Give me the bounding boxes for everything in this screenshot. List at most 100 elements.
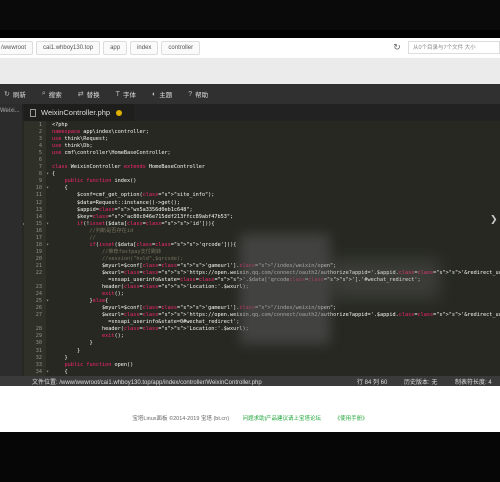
code-line[interactable]: 32 } xyxy=(26,355,500,362)
line-number: 2 xyxy=(38,129,42,136)
code-line[interactable]: 34 ▾ { xyxy=(26,369,500,376)
line-number: 25 xyxy=(35,298,42,305)
blurred-region xyxy=(240,234,330,344)
code-line[interactable]: 13 $appid=class="s">"wx5a3356d0eb1c648"; xyxy=(26,207,500,214)
toolbar-label: 字体 xyxy=(122,92,136,99)
toolbar-button-help[interactable]: ? 帮助 xyxy=(188,89,209,100)
code-text: public function open() xyxy=(64,361,134,368)
code-line[interactable]: 1 <?php xyxy=(26,122,500,129)
line-number: 16 xyxy=(35,227,42,234)
line-number: 28 xyxy=(35,326,42,333)
line-number: 24 xyxy=(35,291,42,298)
file-tree-item[interactable]: Weixi... xyxy=(0,108,20,114)
status-history[interactable]: 历史版本: 无 xyxy=(404,377,437,386)
help-icon: ? xyxy=(188,90,193,98)
footer-copyright: 宝塔Linux面板 ©2014-2019 宝塔 (bt.cn) xyxy=(132,416,230,422)
code-text: //推荐fastpay支付跳转 xyxy=(52,248,162,255)
line-number: 34 xyxy=(35,368,42,375)
line-number: 18 xyxy=(35,241,42,248)
file-tree: Weixi... xyxy=(0,104,22,386)
code-line[interactable]: 33 public function open() xyxy=(26,362,500,369)
line-number: 3 xyxy=(38,136,42,143)
tab-weixin-controller[interactable]: WeixinController.php xyxy=(24,104,134,121)
file-search-input[interactable]: 从0个目录与7个文件 大小 xyxy=(408,41,500,54)
expand-right-icon[interactable]: ❯ xyxy=(490,214,498,225)
code-line[interactable]: 10 ▾ { xyxy=(26,185,500,192)
code-line[interactable]: 3 use think\Request; xyxy=(26,136,500,143)
breadcrumb-item[interactable]: app xyxy=(103,41,128,55)
line-number: 30 xyxy=(35,340,42,347)
code-line[interactable]: 31 } xyxy=(26,348,500,355)
fold-marker xyxy=(46,157,52,164)
code-line[interactable]: 12 $data=Request::instance()->get(); xyxy=(26,200,500,207)
code-line[interactable]: 2 namespace app\index\controller; xyxy=(26,129,500,136)
code-line[interactable]: 15 ▾ if(!isset($data[class=class="s">"s">… xyxy=(26,221,500,228)
php-file-icon xyxy=(30,108,36,117)
editor-status-bar: 文件位置: /www/wwwroot/cai1.whboy130.top/app… xyxy=(0,376,500,386)
toolbar-button-font[interactable]: T 字体 xyxy=(116,89,136,100)
path-breadcrumb-bar: /wwwroot cai1.whboy130.top app index control… xyxy=(0,38,500,58)
footer-forum-link[interactable]: 问题求助|产品建议请上宝塔论坛 xyxy=(243,416,321,422)
line-number: 11 xyxy=(35,192,42,199)
search-icon: ⌕ xyxy=(41,90,46,97)
status-file-path: 文件位置: /www/wwwroot/cai1.whboy130.top/app… xyxy=(32,379,262,386)
line-number xyxy=(26,319,46,326)
code-text: use cmf\controller\HomeBaseController; xyxy=(52,150,171,157)
status-tab-size[interactable]: 制表符长度: 4 xyxy=(455,377,492,386)
code-text: exit(); xyxy=(101,333,124,340)
code-text: $conf=cmf_get_option(class="s">"site_inf… xyxy=(52,192,215,199)
refresh-icon[interactable]: ↻ xyxy=(392,42,402,54)
breadcrumb-item[interactable]: cai1.whboy130.top xyxy=(36,41,101,55)
toolbar-label: 主题 xyxy=(159,92,173,99)
theme-icon: ◐ xyxy=(151,90,157,98)
line-number: 26 xyxy=(35,305,42,312)
code-text: header(class=class="s">"s">'Location:'.$… xyxy=(52,284,249,291)
code-text: <?php xyxy=(52,122,68,128)
editor-toolbar: ↻ 刷新 ⌕ 搜索 ⇄ 替换 T 字体 ◐ 主题? 帮助 xyxy=(0,84,500,104)
code-line[interactable]: 4 use think\Db; xyxy=(26,143,500,150)
line-number: 7 xyxy=(38,164,42,171)
toolbar-label: 刷新 xyxy=(12,92,26,99)
line-number: 19 xyxy=(35,248,42,255)
line-number: 31 xyxy=(35,347,42,354)
breadcrumb-item[interactable]: index xyxy=(130,41,159,55)
line-number: 15 xyxy=(35,220,42,227)
line-number: 12 xyxy=(35,199,42,206)
code-text: use think\Db; xyxy=(52,143,93,150)
online-code-editor: ↻ 刷新 ⌕ 搜索 ⇄ 替换 T 字体 ◐ 主题? 帮助 Weixi... WeixinContro… xyxy=(0,84,500,386)
toolbar-button-refresh[interactable]: ↻ 刷新 xyxy=(4,89,26,99)
toolbar-button-search[interactable]: ⌕ 搜索 xyxy=(42,89,62,99)
code-line[interactable]: 7 class WeixinController extends HomeBase… xyxy=(26,164,500,171)
code-line[interactable]: 5 use cmf\controller\HomeBaseController; xyxy=(26,150,500,157)
code-line[interactable]: 9 public function index() xyxy=(26,178,500,185)
code-text: namespace app\index\controller; xyxy=(52,129,149,136)
footer-manual-link[interactable]: 《使用手册》 xyxy=(335,416,368,422)
code-line[interactable]: 6 xyxy=(26,157,500,164)
code-text: header(class=class="s">"s">'Location:'.$… xyxy=(52,326,249,333)
code-text: { xyxy=(52,185,68,192)
toolbar-button-replace[interactable]: ⇄ 替换 xyxy=(78,89,100,99)
line-number: 4 xyxy=(38,143,42,150)
code-text: =snsapi_userinfo&state=0#wechat_redirect… xyxy=(52,319,240,326)
code-line[interactable]: 8 ▾{ xyxy=(26,171,500,178)
breadcrumb-item[interactable]: /wwwroot xyxy=(0,41,34,55)
code-line[interactable]: 11 $conf=cmf_get_option(class="s">"site_… xyxy=(26,192,500,199)
line-number: 13 xyxy=(35,206,42,213)
panel-footer: 宝塔Linux面板 ©2014-2019 宝塔 (bt.cn) 问题求助|产品建… xyxy=(0,386,500,432)
toolbar-button-theme[interactable]: ◐ 主题 xyxy=(151,89,173,100)
code-text: } xyxy=(52,347,81,354)
code-text: $data=Request::instance()->get(); xyxy=(52,199,181,206)
line-number: 21 xyxy=(35,262,42,269)
breadcrumb-item[interactable]: controller xyxy=(161,41,201,55)
replace-icon: ⇄ xyxy=(77,91,84,98)
line-number: 33 xyxy=(35,361,42,368)
code-line[interactable]: 14 $key=class="s">"ac80c046e715ddf213ffc… xyxy=(26,214,500,221)
bottom-band xyxy=(0,432,500,482)
line-number xyxy=(26,277,46,284)
toolbar-label: 帮助 xyxy=(195,92,209,99)
line-number: 1 xyxy=(38,122,42,128)
status-cursor-position: 行 84 列 60 xyxy=(357,379,388,386)
toolbar-label: 搜索 xyxy=(48,92,62,99)
code-text: $appid=class="s">"wx5a3356d0eb1c648"; xyxy=(52,206,193,213)
line-number: 8 xyxy=(38,171,42,178)
